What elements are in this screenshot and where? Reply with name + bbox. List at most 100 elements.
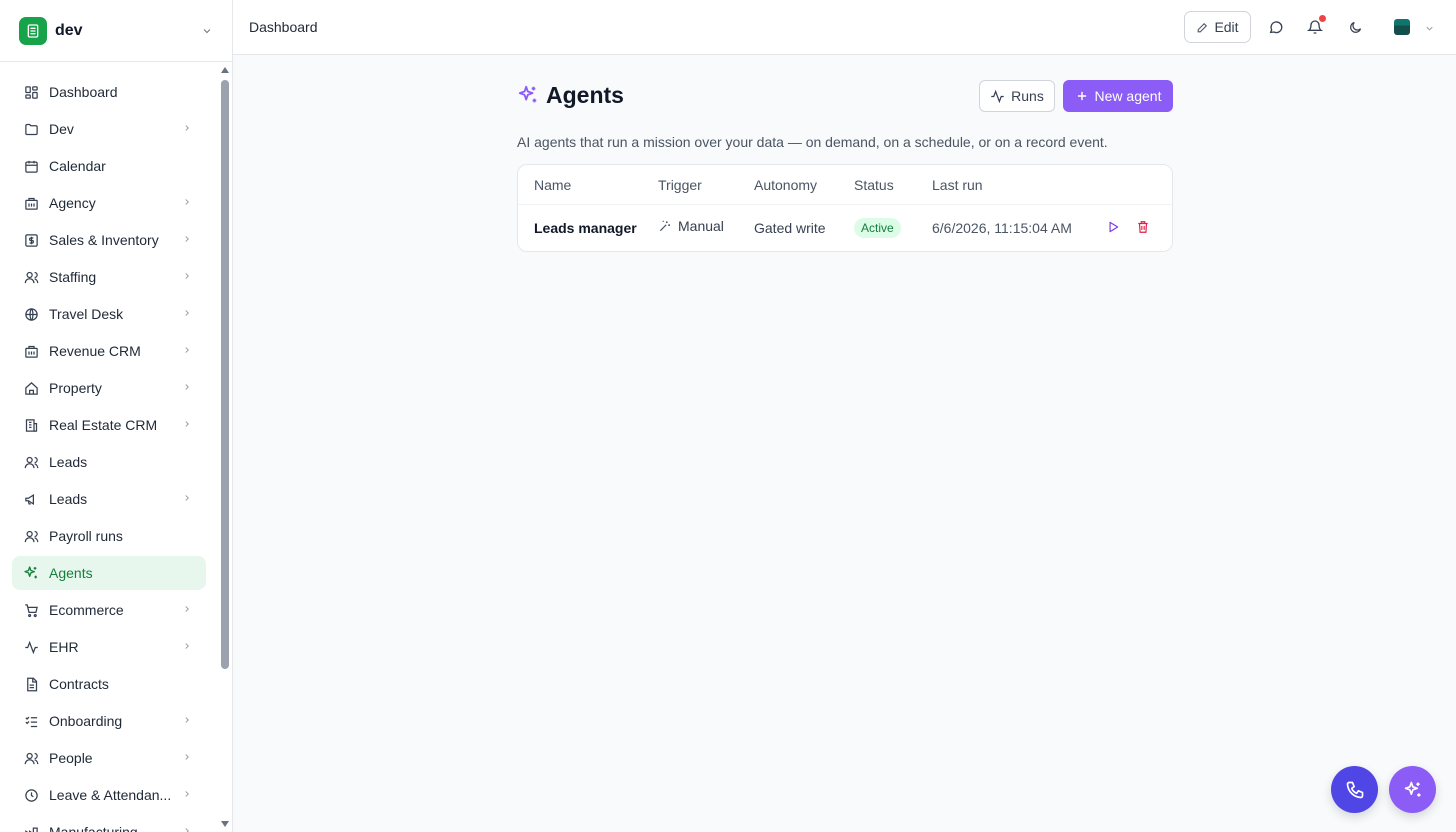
agent-name[interactable]: Leads manager [534, 220, 637, 236]
chevron-right-icon [182, 789, 192, 799]
pencil-icon [1196, 21, 1209, 34]
sidebar-item-dashboard[interactable]: Dashboard [12, 75, 206, 109]
page-description: AI agents that run a mission over your d… [517, 134, 1108, 150]
chevron-right-icon [182, 308, 192, 318]
activity-icon [990, 89, 1005, 104]
bell-icon[interactable] [1306, 15, 1326, 36]
cart-icon [23, 602, 39, 618]
sidebar-item-revenue-crm[interactable]: Revenue CRM [12, 334, 206, 368]
office-building-icon [23, 417, 39, 433]
sidebar-item-real-estate-crm[interactable]: Real Estate CRM [12, 408, 206, 442]
chevron-down-icon [201, 25, 213, 37]
building-icon [23, 343, 39, 359]
moon-icon[interactable] [1346, 18, 1364, 36]
sidebar-item-ehr[interactable]: EHR [12, 630, 206, 664]
sidebar-item-sales-inventory[interactable]: Sales & Inventory [12, 223, 206, 257]
agent-trigger: Manual [658, 218, 724, 234]
chat-icon[interactable] [1267, 18, 1285, 36]
workspace-logo-icon [19, 16, 47, 45]
sidebar-item-label: Onboarding [49, 713, 123, 729]
home-icon [23, 380, 39, 396]
runs-button[interactable]: Runs [979, 80, 1055, 112]
sidebar: dev Dashboard Dev Calendar Agency Sales … [0, 0, 233, 832]
notification-dot [1319, 15, 1326, 22]
sparkles-icon [23, 565, 39, 581]
page-title: Agents [546, 82, 624, 108]
sidebar-item-leads[interactable]: Leads [12, 445, 206, 479]
sidebar-item-leave-attendance[interactable]: Leave & Attendan... [12, 778, 206, 812]
sidebar-item-label: Manufacturing [49, 824, 138, 832]
layout-grid-icon [23, 84, 39, 100]
sidebar-item-travel-desk[interactable]: Travel Desk [12, 297, 206, 331]
column-header-last-run: Last run [932, 177, 983, 193]
trash-icon[interactable] [1136, 220, 1150, 234]
scroll-up-arrow-icon[interactable] [221, 67, 229, 73]
column-header-trigger: Trigger [658, 177, 702, 193]
sidebar-item-people[interactable]: People [12, 741, 206, 775]
building-icon [23, 195, 39, 211]
activity-icon [23, 639, 39, 655]
edit-button-label: Edit [1214, 19, 1239, 35]
chevron-right-icon [182, 271, 192, 281]
breadcrumb[interactable]: Dashboard [249, 19, 318, 35]
avatar[interactable] [1394, 19, 1410, 35]
sidebar-item-label: Dashboard [49, 84, 118, 100]
sidebar-item-label: Leave & Attendan... [49, 787, 172, 803]
clock-icon [23, 787, 39, 803]
sidebar-item-dev[interactable]: Dev [12, 112, 206, 146]
list-checks-icon [23, 713, 39, 729]
agent-trigger-label: Manual [678, 218, 724, 234]
sidebar-item-staffing[interactable]: Staffing [12, 260, 206, 294]
sidebar-item-label: Sales & Inventory [49, 232, 159, 248]
file-text-icon [23, 676, 39, 692]
sidebar-item-calendar[interactable]: Calendar [12, 149, 206, 183]
sidebar-scrollbar[interactable] [218, 63, 233, 832]
ai-assistant-button[interactable] [1389, 766, 1436, 813]
page-header: Agents Runs New agent [517, 78, 1173, 114]
dollar-icon [23, 232, 39, 248]
workspace-switcher[interactable]: dev [0, 0, 232, 62]
sidebar-item-label: Property [49, 380, 102, 396]
sidebar-item-leads-group[interactable]: Leads [12, 482, 206, 516]
sidebar-item-label: Calendar [49, 158, 106, 174]
chevron-right-icon [182, 604, 192, 614]
chevron-right-icon [182, 345, 192, 355]
chevron-right-icon [182, 382, 192, 392]
scrollbar-thumb[interactable] [221, 80, 229, 669]
sidebar-item-payroll-runs[interactable]: Payroll runs [12, 519, 206, 553]
table-row[interactable]: Leads manager Manual Gated write Active … [518, 205, 1172, 251]
phone-icon [1345, 780, 1365, 800]
sidebar-item-label: Leads [49, 454, 88, 470]
scroll-down-arrow-icon[interactable] [221, 821, 229, 827]
edit-button[interactable]: Edit [1184, 11, 1251, 43]
sidebar-item-label: Staffing [49, 269, 97, 285]
sidebar-item-agents[interactable]: Agents [12, 556, 206, 590]
workspace-name: dev [55, 21, 83, 39]
sidebar-item-onboarding[interactable]: Onboarding [12, 704, 206, 738]
sidebar-item-manufacturing[interactable]: Manufacturing [12, 815, 206, 832]
sidebar-item-label: Leads [49, 491, 88, 507]
sidebar-item-agency[interactable]: Agency [12, 186, 206, 220]
sidebar-item-label: Travel Desk [49, 306, 124, 322]
call-button[interactable] [1331, 766, 1378, 813]
agents-table: Name Trigger Autonomy Status Last run Le… [517, 164, 1173, 252]
column-header-name: Name [534, 177, 572, 193]
factory-icon [23, 824, 39, 832]
sidebar-item-label: Dev [49, 121, 74, 137]
new-agent-button[interactable]: New agent [1063, 80, 1173, 112]
chevron-down-icon[interactable] [1424, 23, 1435, 34]
runs-button-label: Runs [1011, 88, 1044, 104]
sidebar-item-ecommerce[interactable]: Ecommerce [12, 593, 206, 627]
new-agent-button-label: New agent [1094, 88, 1162, 104]
chevron-right-icon [182, 715, 192, 725]
sidebar-item-label: Revenue CRM [49, 343, 141, 359]
sidebar-item-contracts[interactable]: Contracts [12, 667, 206, 701]
topbar: Dashboard Edit [233, 0, 1456, 55]
agents-page: Agents Runs New agent AI agents that run… [517, 78, 1173, 252]
sidebar-item-label: Payroll runs [49, 528, 123, 544]
sidebar-item-property[interactable]: Property [12, 371, 206, 405]
play-icon[interactable] [1106, 220, 1120, 234]
users-icon [23, 528, 39, 544]
sidebar-item-label: Agents [49, 565, 93, 581]
chevron-right-icon [182, 123, 192, 133]
